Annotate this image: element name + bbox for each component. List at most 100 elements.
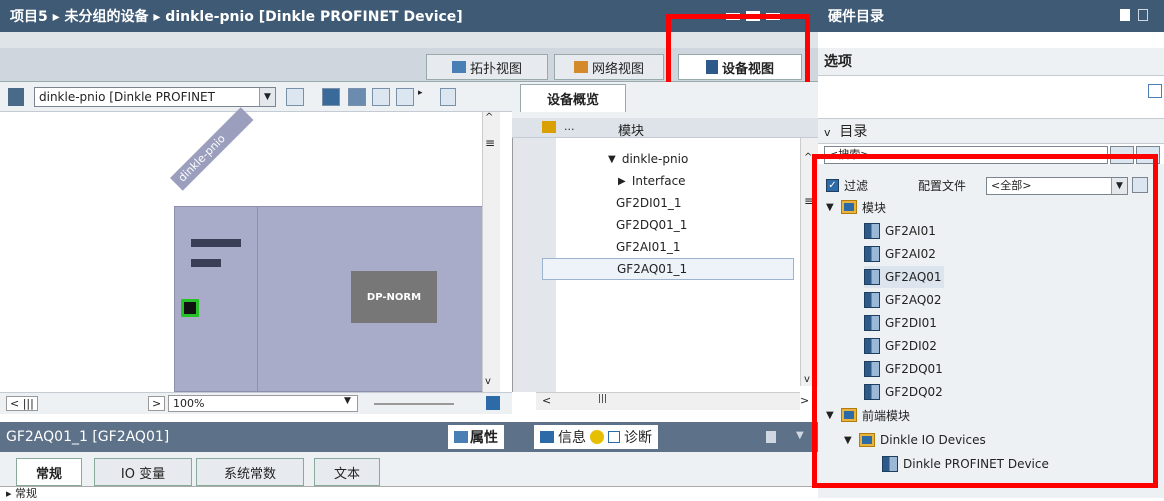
options-label: 选项 (824, 54, 852, 70)
table-row[interactable]: GF2DQ01_1 (616, 214, 687, 236)
zoom-select[interactable]: 100% (168, 395, 358, 412)
collapsed-arrow-icon[interactable]: ▶ (618, 176, 628, 187)
scroll-down-icon[interactable]: v (485, 376, 491, 387)
tab-general[interactable]: 常规 (16, 458, 82, 486)
tab-io-tags[interactable]: IO 变量 (94, 458, 192, 486)
device-view-toolbar: dinkle-pnio [Dinkle PROFINET ▼ ▸ (0, 82, 512, 112)
tab-texts-label: 文本 (333, 466, 360, 482)
table-row[interactable]: GF2DI01_1 (616, 192, 682, 214)
pane-icon[interactable] (1138, 9, 1148, 21)
highlight-device-view (666, 14, 810, 90)
scroll-right-icon[interactable]: > (800, 394, 809, 407)
canvas-status-bar: < ||| > 100% ▼ (0, 392, 512, 414)
info-circle-icon (590, 430, 604, 444)
device-overview-panel: 设备概览 ... 模块 ▼ dinkle-pnio ▶ Interface GF… (512, 82, 818, 410)
tab-topology-view[interactable]: 拓扑视图 (426, 54, 548, 80)
name-icon[interactable] (322, 88, 340, 106)
tree-sub-item[interactable]: ▸ 常规 (6, 485, 37, 501)
row-module-name: Interface (631, 174, 686, 188)
overview-icon[interactable] (286, 88, 304, 106)
tab-info-diagnostics[interactable]: 信息 诊断 (534, 425, 658, 449)
properties-icon (454, 431, 468, 443)
collapse-panel-icon[interactable] (440, 88, 456, 106)
status-bar (191, 239, 241, 247)
tab-system-constants[interactable]: 系统常数 (196, 458, 304, 486)
network-view-icon (573, 61, 588, 73)
scroll-up-icon[interactable]: ^ (485, 112, 493, 123)
rack-divider (257, 207, 258, 391)
table-row[interactable]: ▶ Interface (618, 170, 686, 192)
module-label: DP-NORM (366, 291, 422, 303)
network-config-icon[interactable] (8, 88, 24, 106)
ethernet-port-icon[interactable] (181, 299, 199, 317)
overview-gutter (512, 138, 513, 392)
panel-toggle-icon[interactable] (1148, 84, 1162, 98)
scroll-right-icon[interactable]: > (148, 396, 166, 411)
fit-view-icon[interactable] (486, 396, 500, 410)
canvas-vertical-scrollbar[interactable]: ^ ≡ v (482, 112, 500, 392)
more-arrow-icon[interactable]: ▸ (418, 88, 423, 98)
scroll-thumb[interactable]: ||| (598, 394, 607, 404)
tab-properties-label: 属性 (470, 430, 498, 446)
row-module-name: GF2AQ01_1 (617, 262, 688, 276)
float-icon[interactable] (1120, 9, 1130, 21)
row-module-name: dinkle-pnio (621, 152, 689, 166)
inspector-title: GF2AQ01_1 [GF2AQ01] (6, 429, 170, 445)
sub-item-general: 常规 (15, 487, 38, 500)
table-row[interactable]: GF2AI01_1 (616, 236, 681, 258)
tab-texts[interactable]: 文本 (314, 458, 380, 486)
table-row[interactable]: ▼ dinkle-pnio (608, 148, 688, 170)
device-rack[interactable]: DP-NORM (174, 206, 500, 392)
tab-diagnostics-label: 诊断 (624, 430, 652, 446)
list-view-icon[interactable] (396, 88, 414, 106)
status-bar (191, 259, 221, 267)
more-columns-icon: ... (564, 120, 575, 133)
tab-properties[interactable]: 属性 (448, 425, 504, 449)
chevron-down-icon[interactable]: ▼ (259, 88, 275, 106)
row-module-name: GF2DQ01_1 (616, 218, 688, 232)
tab-info-label: 信息 (558, 430, 586, 446)
zoom-value: 100% (173, 397, 205, 410)
tab-device-overview[interactable]: 设备概览 (520, 84, 626, 112)
options-header: 选项 (818, 48, 1164, 76)
device-select[interactable]: dinkle-pnio [Dinkle PROFINET ▼ (34, 87, 276, 107)
inspector-content: ▸ 常规 (0, 485, 818, 501)
expand-catalog-icon[interactable]: v (824, 126, 831, 139)
scroll-left-icon[interactable]: < ||| (6, 396, 38, 411)
column-module[interactable]: 模块 (618, 120, 644, 139)
table-row-selected[interactable]: GF2AQ01_1 (542, 258, 794, 280)
inspector-header: GF2AQ01_1 [GF2AQ01] 属性 信息 诊断 ▼ (0, 422, 818, 452)
tab-io-tags-label: IO 变量 (120, 466, 166, 482)
diagnostics-icon (608, 431, 620, 443)
row-module-name: GF2AI01_1 (616, 240, 681, 254)
overview-header: ... 模块 (512, 118, 818, 139)
hardware-catalog-title: 硬件目录 (828, 9, 884, 25)
row-module-name: GF2DI01_1 (616, 196, 682, 210)
tab-network-label: 网络视图 (591, 61, 644, 77)
breadcrumb: 项目5 ▸ 未分组的设备 ▸ dinkle-pnio [Dinkle PROFI… (10, 9, 463, 25)
splitter-handle-icon[interactable]: ≡ (485, 136, 495, 150)
catalog-header[interactable]: v 目录 (818, 118, 1164, 144)
device-select-value: dinkle-pnio [Dinkle PROFINET (39, 90, 215, 104)
float-icon[interactable] (766, 431, 776, 443)
overview-horizontal-scrollbar[interactable]: < ||| > (536, 392, 809, 410)
scroll-down-icon[interactable]: v (804, 374, 810, 385)
plug-icon (542, 121, 556, 133)
scroll-left-icon[interactable]: < (542, 394, 551, 407)
topology-view-icon (451, 61, 466, 73)
edit-icon[interactable] (348, 88, 366, 106)
dp-norm-module[interactable]: DP-NORM (351, 271, 437, 323)
grid-icon[interactable] (372, 88, 390, 106)
expanded-arrow-icon[interactable]: ▼ (608, 154, 618, 165)
inspector-panel: GF2AQ01_1 [GF2AQ01] 属性 信息 诊断 ▼ 常规 IO 变量 … (0, 422, 818, 501)
zoom-slider[interactable] (374, 403, 454, 405)
collapse-icon[interactable]: ▼ (796, 430, 804, 441)
tab-general-label: 常规 (35, 466, 62, 482)
tab-network-view[interactable]: 网络视图 (554, 54, 664, 80)
catalog-label: 目录 (839, 124, 868, 140)
options-area (818, 76, 1164, 110)
info-icon (540, 431, 554, 443)
device-name-label: dinkle-pnio (170, 107, 254, 191)
zoom-chevron-down-icon[interactable]: ▼ (344, 396, 351, 406)
tab-topology-label: 拓扑视图 (469, 61, 522, 77)
